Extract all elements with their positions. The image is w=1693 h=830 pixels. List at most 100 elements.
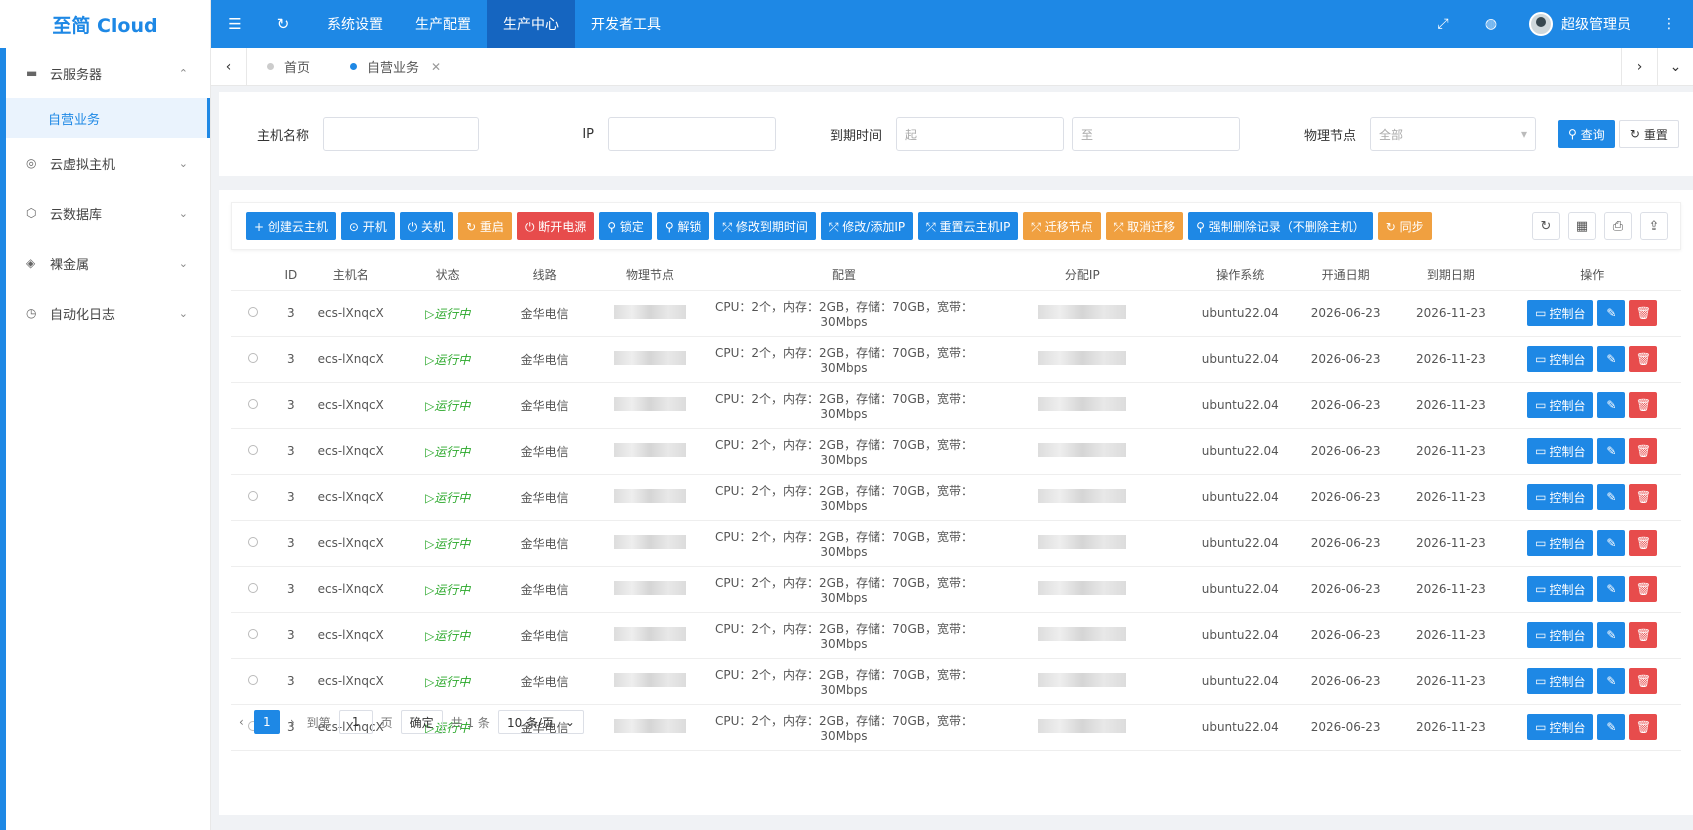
refresh-table-icon[interactable]: ↻ (1532, 212, 1560, 240)
toolbar-button[interactable]: ⤱ 重置云主机IP (918, 212, 1019, 240)
brand-logo[interactable]: 至简 Cloud (0, 0, 211, 48)
toolbar-button[interactable]: ⚲ 锁定 (599, 212, 652, 240)
row-select-radio[interactable] (248, 583, 259, 593)
console-button[interactable]: ▭ 控制台 (1527, 668, 1594, 694)
tab-self-business[interactable]: 自营业务 ✕ (330, 48, 461, 86)
language-globe-icon[interactable]: ◍ (1467, 0, 1515, 48)
row-os: ubuntu22.04 (1201, 720, 1279, 734)
reset-button[interactable]: ↻ 重置 (1618, 120, 1679, 148)
row-select-radio[interactable] (248, 399, 259, 409)
console-button[interactable]: ▭ 控制台 (1527, 438, 1594, 464)
tabs-scroll-left-icon[interactable]: ‹ (211, 47, 247, 86)
edit-button[interactable]: ✎ (1597, 714, 1626, 740)
expire-from-input[interactable]: 起 (896, 117, 1064, 151)
edit-button[interactable]: ✎ (1597, 438, 1626, 464)
console-button[interactable]: ▭ 控制台 (1527, 714, 1594, 740)
delete-button[interactable]: 🗑 (1629, 530, 1658, 556)
page-size-select[interactable]: 10 条/页 ⌄ (497, 710, 584, 734)
console-button[interactable]: ▭ 控制台 (1527, 346, 1594, 372)
console-button[interactable]: ▭ 控制台 (1527, 530, 1594, 556)
delete-button[interactable]: 🗑 (1629, 714, 1658, 740)
fullscreen-icon[interactable]: ⤢ (1419, 0, 1467, 48)
sidebar-item[interactable]: ◎ 云虚拟主机 ⌄ (6, 138, 210, 188)
edit-button[interactable]: ✎ (1597, 392, 1626, 418)
export-icon[interactable]: ⇪ (1640, 212, 1668, 240)
user-menu[interactable]: 超级管理员 (1515, 12, 1645, 36)
toolbar-button[interactable]: ↻ 重启 (458, 212, 512, 240)
refresh-icon[interactable]: ↻ (259, 0, 307, 48)
tabs-scroll-right-icon[interactable]: › (1621, 47, 1657, 86)
console-label: 控制台 (1549, 536, 1586, 551)
top-nav-item[interactable]: 生产配置 (399, 0, 487, 48)
row-select-radio[interactable] (248, 537, 259, 547)
goto-confirm-button[interactable]: 确定 (400, 710, 443, 734)
console-button[interactable]: ▭ 控制台 (1527, 484, 1594, 510)
ip-input[interactable] (608, 117, 776, 151)
sidebar-item[interactable]: ◈ 裸金属 ⌄ (6, 238, 210, 288)
prev-page-icon[interactable]: ‹ (239, 715, 244, 729)
row-select-radio[interactable] (248, 491, 259, 501)
row-select-radio[interactable] (248, 629, 259, 639)
console-button[interactable]: ▭ 控制台 (1527, 576, 1594, 602)
toolbar-button[interactable]: ⤱ 修改到期时间 (714, 212, 816, 240)
sidebar-item[interactable]: ◷ 自动化日志 ⌄ (6, 288, 210, 338)
page-number[interactable]: 1 (253, 710, 280, 734)
delete-button[interactable]: 🗑 (1629, 484, 1658, 510)
sidebar-subitem-self-business[interactable]: 自营业务 (6, 98, 210, 138)
edit-button[interactable]: ✎ (1597, 576, 1626, 602)
edit-button[interactable]: ✎ (1597, 530, 1626, 556)
top-nav-item[interactable]: 生产中心 (487, 0, 575, 48)
chevron-down-icon: ⌄ (178, 256, 188, 270)
toolbar-button[interactable]: ⤱ 迁移节点 (1023, 212, 1101, 240)
row-select-radio[interactable] (248, 353, 259, 363)
console-button[interactable]: ▭ 控制台 (1527, 392, 1594, 418)
console-button[interactable]: ▭ 控制台 (1527, 622, 1594, 648)
tab-close-icon[interactable]: ✕ (431, 60, 441, 74)
expire-to-input[interactable]: 至 (1072, 117, 1240, 151)
toolbar-button[interactable]: + 创建云主机 (246, 212, 336, 240)
top-nav-item[interactable]: 开发者工具 (575, 0, 677, 48)
tabs-dropdown-icon[interactable]: ⌄ (1657, 47, 1693, 86)
row-select-radio[interactable] (248, 307, 259, 317)
edit-button[interactable]: ✎ (1597, 668, 1626, 694)
delete-button[interactable]: 🗑 (1629, 300, 1658, 326)
delete-button[interactable]: 🗑 (1629, 668, 1658, 694)
toolbar-button[interactable]: ⊙ 开机 (340, 212, 395, 240)
edit-button[interactable]: ✎ (1597, 300, 1626, 326)
toolbar-button[interactable]: ↻ 同步 (1377, 212, 1432, 240)
delete-button[interactable]: 🗑 (1629, 346, 1658, 372)
reset-button-label: 重置 (1643, 127, 1668, 142)
row-open-date: 2026-06-23 (1310, 306, 1381, 320)
physical-node-select[interactable]: 全部 ▾ (1370, 117, 1536, 151)
more-vertical-icon[interactable]: ⋮ (1645, 0, 1693, 48)
delete-button[interactable]: 🗑 (1629, 438, 1658, 464)
print-icon[interactable]: ⎙ (1604, 212, 1632, 240)
toolbar-button[interactable]: ⏻ 断开电源 (516, 212, 595, 240)
sidebar-item[interactable]: ⬡ 云数据库 ⌄ (6, 188, 210, 238)
console-button[interactable]: ▭ 控制台 (1527, 300, 1594, 326)
next-page-icon[interactable]: › (290, 715, 295, 729)
delete-button[interactable]: 🗑 (1629, 576, 1658, 602)
toolbar-button[interactable]: ⚲ 解锁 (656, 212, 710, 240)
delete-button[interactable]: 🗑 (1629, 392, 1658, 418)
globe-icon: ◎ (26, 156, 37, 170)
edit-button[interactable]: ✎ (1597, 346, 1626, 372)
row-hostname: ecs-lXnqcX (317, 306, 384, 320)
row-select-radio[interactable] (248, 445, 259, 455)
toolbar-button[interactable]: ⤱ 修改/添加IP (820, 212, 914, 240)
tab-home[interactable]: 首页 (247, 48, 330, 86)
query-button[interactable]: ⚲ 查询 (1558, 120, 1615, 148)
sidebar-item[interactable]: ▬ 云服务器 ⌃ (6, 48, 210, 98)
toolbar-button[interactable]: ⚲ 强制删除记录（不删除主机） (1188, 212, 1373, 240)
row-select-radio[interactable] (248, 675, 259, 685)
edit-button[interactable]: ✎ (1597, 484, 1626, 510)
goto-page-input[interactable]: 1 (338, 710, 373, 734)
edit-button[interactable]: ✎ (1597, 622, 1626, 648)
toolbar-button[interactable]: ⤱ 取消迁移 (1105, 212, 1184, 240)
delete-button[interactable]: 🗑 (1629, 622, 1658, 648)
menu-toggle-icon[interactable]: ☰ (211, 0, 259, 48)
columns-icon[interactable]: ▦ (1568, 212, 1596, 240)
toolbar-button[interactable]: ⏻ 关机 (399, 212, 454, 240)
top-nav-item[interactable]: 系统设置 (311, 0, 399, 48)
host-name-input[interactable] (323, 117, 479, 151)
